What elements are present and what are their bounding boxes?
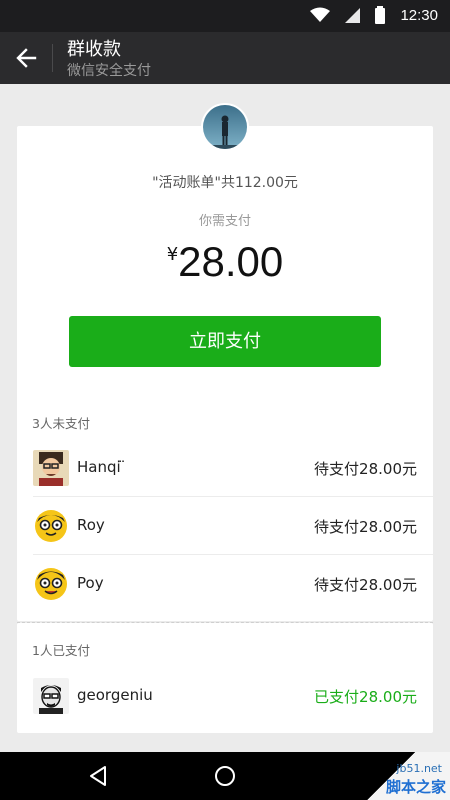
unpaid-section-label: 3人未支付 bbox=[32, 416, 90, 431]
list-item[interactable]: georgeniu 已支付28.00元 bbox=[17, 667, 433, 725]
pay-amount: ¥28.00 bbox=[17, 238, 433, 286]
currency-symbol: ¥ bbox=[166, 244, 179, 265]
watermark: jb51.net 脚本之家 bbox=[360, 752, 450, 800]
page-subtitle: 微信安全支付 bbox=[67, 63, 151, 79]
nav-home-button[interactable] bbox=[213, 764, 237, 788]
arrow-left-icon bbox=[16, 48, 37, 68]
bill-title: "活动账单"共112.00元 bbox=[152, 175, 298, 191]
back-button[interactable] bbox=[10, 42, 42, 74]
wifi-icon bbox=[310, 7, 331, 22]
member-name: georgeniu bbox=[77, 686, 153, 704]
list-item[interactable]: Poy 待支付28.00元 bbox=[17, 555, 433, 613]
paid-card: 1人已支付 georgeniu 已支付28.00元 bbox=[17, 623, 433, 733]
battery-icon bbox=[375, 6, 386, 24]
triangle-back-icon bbox=[90, 766, 106, 786]
signal-icon bbox=[345, 8, 361, 23]
list-item[interactable]: Hanqi ̈ 待支付28.00元 bbox=[17, 439, 433, 497]
avatar bbox=[33, 678, 69, 714]
circle-home-icon bbox=[215, 766, 235, 786]
status-time: 12:30 bbox=[400, 6, 438, 24]
paid-section-label: 1人已支付 bbox=[32, 643, 90, 658]
bill-owner-avatar bbox=[201, 103, 249, 151]
payment-status: 待支付28.00元 bbox=[314, 460, 417, 478]
page-title: 群收款 bbox=[67, 39, 121, 60]
bill-card: "活动账单"共112.00元 你需支付 ¥28.00 立即支付 3人未支付 Ha… bbox=[17, 126, 433, 621]
payment-status: 待支付28.00元 bbox=[314, 518, 417, 536]
system-navigation-bar: jb51.net 脚本之家 bbox=[0, 752, 450, 800]
nav-back-button[interactable] bbox=[86, 764, 110, 788]
member-name: Roy bbox=[77, 516, 105, 534]
need-pay-label: 你需支付 bbox=[198, 214, 251, 229]
payment-status: 已支付28.00元 bbox=[314, 688, 417, 706]
avatar bbox=[33, 450, 69, 486]
header-divider bbox=[52, 44, 53, 72]
member-name: Poy bbox=[77, 574, 104, 592]
avatar bbox=[33, 508, 69, 544]
pay-now-button[interactable]: 立即支付 bbox=[69, 316, 381, 367]
list-item[interactable]: Roy 待支付28.00元 bbox=[17, 497, 433, 555]
header-bar: 群收款 微信安全支付 bbox=[0, 32, 450, 84]
status-bar: 12:30 bbox=[0, 0, 450, 32]
watermark-url: jb51.net bbox=[396, 762, 442, 775]
amount-value: 28.00 bbox=[178, 238, 284, 285]
member-name: Hanqi ̈ bbox=[77, 458, 126, 476]
payment-status: 待支付28.00元 bbox=[314, 576, 417, 594]
watermark-site-name: 脚本之家 bbox=[385, 778, 446, 796]
avatar bbox=[33, 566, 69, 602]
